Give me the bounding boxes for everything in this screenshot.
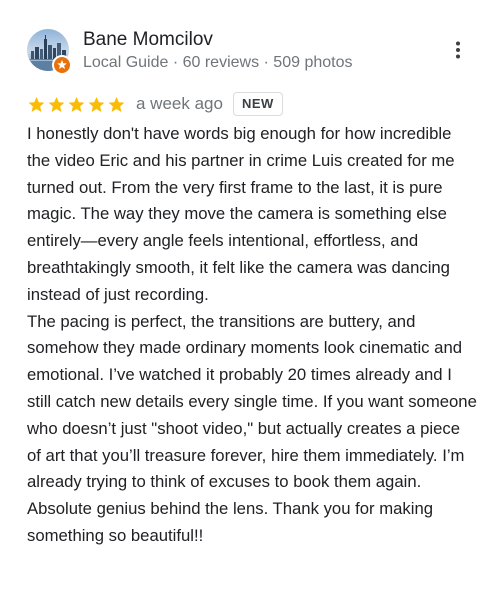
star-icon: [108, 96, 125, 112]
author-meta[interactable]: Local Guide · 60 reviews · 509 photos: [83, 53, 352, 73]
review-card: Bane Momcilov Local Guide · 60 reviews ·…: [0, 0, 500, 607]
star-icon: [28, 96, 45, 112]
review-time: a week ago: [136, 94, 223, 113]
more-options-button[interactable]: [446, 38, 470, 62]
star-icon: [88, 96, 105, 112]
author-name[interactable]: Bane Momcilov: [83, 28, 213, 52]
star-rating: [27, 95, 127, 114]
review-paragraph: I honestly don't have words big enough f…: [27, 124, 455, 304]
star-icon: [48, 96, 65, 112]
review-text: I honestly don't have words big enough f…: [27, 121, 477, 550]
star-icon: [68, 96, 85, 112]
new-badge: NEW: [232, 92, 283, 116]
review-paragraph: The pacing is perfect, the transitions a…: [27, 311, 477, 545]
more-vert-icon: [456, 41, 460, 59]
rating-row: a week ago NEW: [27, 92, 283, 116]
local-guide-badge-icon: [52, 55, 72, 75]
